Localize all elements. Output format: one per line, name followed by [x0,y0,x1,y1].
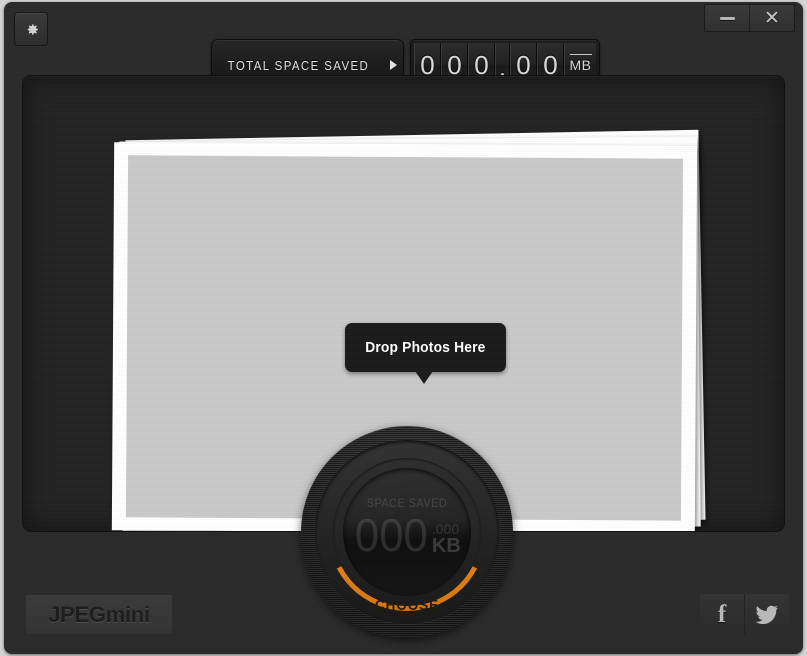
jpegmini-logo-text: JPEGmini [48,601,150,627]
twitter-link[interactable] [744,594,789,635]
window-controls: ✕ [704,4,795,32]
social-links: f [700,594,789,635]
dial-space-saved-label: SPACE SAVED [366,496,448,510]
dial-unit: KB [431,535,461,557]
gear-icon [27,23,38,35]
drop-photos-label: Drop Photos Here [365,339,486,356]
triangle-right-icon [389,60,397,70]
jpegmini-logo: JPEGmini [26,595,172,634]
settings-button[interactable] [14,12,48,46]
drop-photos-tooltip: Drop Photos Here [345,323,506,384]
minimize-button[interactable] [705,5,749,31]
facebook-icon: f [717,601,727,628]
tooltip-pointer [415,371,433,384]
facebook-link[interactable]: f [700,594,744,635]
minimize-icon [719,16,735,20]
close-button[interactable]: ✕ [749,5,794,31]
total-space-saved-label: TOTAL SPACE SAVED [227,57,370,73]
unit-rule-top [569,54,592,55]
twitter-bird-icon [755,605,778,624]
dial-unit-group: .000 KB [431,522,461,557]
dial-value: 000 [355,509,429,561]
close-icon: ✕ [764,7,780,29]
application-window: ✕ TOTAL SPACE SAVED 0 0 0 . 0 0 MB Drop … [4,2,803,654]
dial-readout: 000 .000 KB [343,512,471,558]
space-saved-dial: CHOOSE SPACE SAVED 000 .000 KB [301,426,513,638]
dial-face: SPACE SAVED 000 .000 KB [343,468,471,596]
counter-unit-label: MB [569,57,592,73]
